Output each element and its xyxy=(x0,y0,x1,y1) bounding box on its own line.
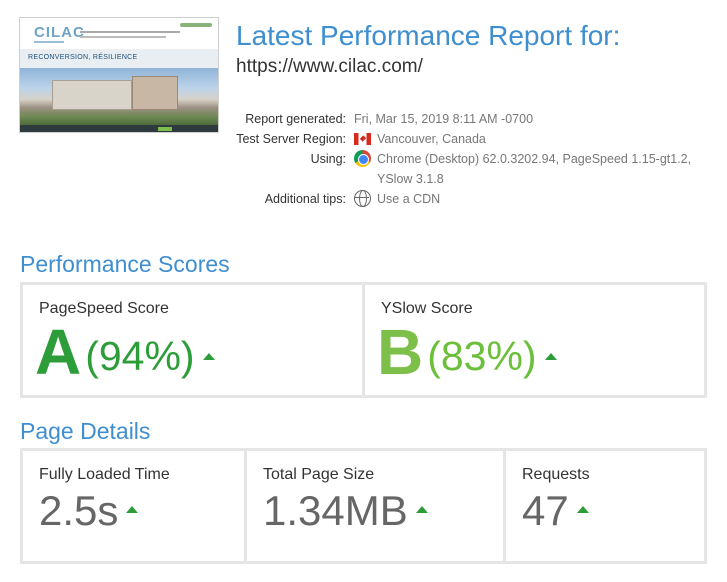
thumbnail-building xyxy=(132,76,178,110)
additional-tips-row: Additional tips: Use a CDN xyxy=(224,189,714,209)
up-arrow-icon xyxy=(126,506,139,513)
up-arrow-icon xyxy=(576,506,589,513)
thumbnail-logo: CILAC xyxy=(34,24,85,41)
total-page-size-value: 1.34MB xyxy=(263,487,408,534)
fully-loaded-time-label: Fully Loaded Time xyxy=(39,466,170,483)
thumbnail-building xyxy=(52,80,132,110)
globe-icon xyxy=(354,190,371,207)
fully-loaded-time-card[interactable]: Fully Loaded Time 2.5s xyxy=(23,451,244,561)
up-arrow-icon xyxy=(544,353,557,360)
thumbnail-footer xyxy=(20,125,218,132)
report-generated-row: Report generated: Fri, Mar 15, 2019 8:11… xyxy=(224,109,714,129)
pagespeed-score-card[interactable]: PageSpeed Score A (94%) xyxy=(23,285,362,395)
up-arrow-icon xyxy=(202,353,215,360)
performance-scores-panel: PageSpeed Score A (94%) YSlow Score B (8… xyxy=(20,282,707,398)
using-value-line1: Chrome (Desktop) 62.0.3202.94, PageSpeed… xyxy=(377,152,692,166)
pagespeed-grade-letter: A xyxy=(35,316,82,388)
using-row: Using: Chrome (Desktop) 62.0.3202.94, Pa… xyxy=(224,149,714,189)
server-region-row: Test Server Region: Vancouver, Canada xyxy=(224,129,714,149)
additional-tips-value[interactable]: Use a CDN xyxy=(377,189,440,209)
requests-value: 47 xyxy=(522,487,569,534)
total-page-size-card[interactable]: Total Page Size 1.34MB xyxy=(247,451,503,561)
thumbnail-headline-line xyxy=(80,36,166,38)
report-title: Latest Performance Report for: xyxy=(236,20,621,51)
fully-loaded-time-value: 2.5s xyxy=(39,487,119,534)
thumbnail-logo-underline xyxy=(34,41,64,43)
yslow-grade: B (83%) xyxy=(377,320,557,384)
using-value-line2: YSlow 3.1.8 xyxy=(377,172,444,186)
canada-flag-icon xyxy=(354,133,371,145)
chrome-icon xyxy=(354,150,371,167)
thumbnail-footer-button xyxy=(158,127,172,131)
using-label: Using: xyxy=(310,152,346,166)
yslow-percent: (83%) xyxy=(427,333,537,379)
site-screenshot-thumbnail[interactable]: CILAC RECONVERSION, RÉSILIENCE xyxy=(19,17,219,133)
thumbnail-nav-buttons xyxy=(180,23,212,27)
server-region-label: Test Server Region: xyxy=(236,132,346,146)
total-page-size-label: Total Page Size xyxy=(263,466,375,483)
page-details-panel: Fully Loaded Time 2.5s Total Page Size 1… xyxy=(20,448,707,564)
thumbnail-banner-text: RECONVERSION, RÉSILIENCE xyxy=(28,54,138,61)
additional-tips-label: Additional tips: xyxy=(264,192,346,206)
requests-card[interactable]: Requests 47 xyxy=(506,451,704,561)
thumbnail-headline-line xyxy=(80,31,180,33)
pagespeed-percent: (94%) xyxy=(85,333,195,379)
report-generated-label: Report generated: xyxy=(245,112,346,126)
yslow-score-card[interactable]: YSlow Score B (83%) xyxy=(365,285,704,395)
pagespeed-grade: A (94%) xyxy=(35,320,215,384)
performance-scores-heading: Performance Scores xyxy=(20,251,230,277)
report-url[interactable]: https://www.cilac.com/ xyxy=(236,56,423,78)
server-region-value: Vancouver, Canada xyxy=(377,132,486,146)
yslow-grade-letter: B xyxy=(377,316,424,388)
using-value: Chrome (Desktop) 62.0.3202.94, PageSpeed… xyxy=(377,149,691,189)
requests-label: Requests xyxy=(522,466,590,483)
up-arrow-icon xyxy=(415,506,428,513)
report-generated-value: Fri, Mar 15, 2019 8:11 AM -0700 xyxy=(354,112,534,126)
report-info: Report generated: Fri, Mar 15, 2019 8:11… xyxy=(224,109,714,209)
page-details-heading: Page Details xyxy=(20,418,151,444)
